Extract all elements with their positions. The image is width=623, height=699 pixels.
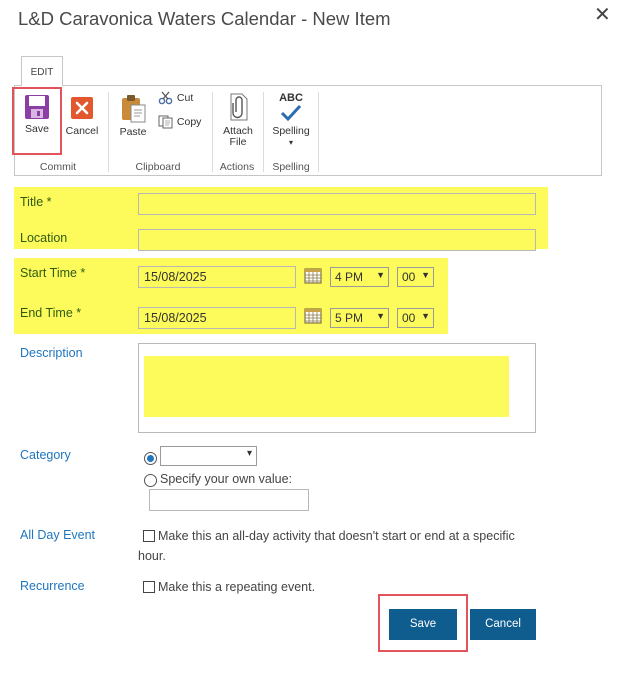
chevron-down-icon: ▼	[376, 270, 385, 280]
scissors-icon	[158, 91, 173, 105]
group-label-spelling: Spelling	[272, 161, 310, 173]
close-icon[interactable]: ✕	[594, 5, 611, 25]
recurrence-checkbox[interactable]	[143, 581, 155, 593]
all-day-text: Make this an all-day activity that doesn…	[158, 529, 515, 543]
category-select[interactable]: ▾	[160, 446, 257, 466]
attach-label-line2: File	[229, 136, 247, 148]
start-minute-value: 00	[402, 270, 416, 284]
ribbon-divider	[263, 92, 264, 172]
cut-button[interactable]: Cut	[158, 91, 193, 105]
end-hour-select[interactable]: 5 PM ▼	[330, 308, 389, 328]
end-minute-select[interactable]: 00 ▼	[397, 308, 434, 328]
chevron-down-icon: ▼	[376, 311, 385, 321]
all-day-label: All Day Event	[20, 528, 96, 542]
calendar-icon[interactable]	[304, 268, 322, 284]
spelling-label: Spelling	[272, 125, 310, 137]
save-ribbon-label: Save	[25, 123, 49, 135]
ribbon-divider	[108, 92, 109, 172]
highlight-description	[144, 356, 509, 417]
all-day-checkbox[interactable]	[143, 530, 155, 542]
cancel-button[interactable]: Cancel	[470, 609, 536, 640]
cut-label: Cut	[176, 91, 194, 104]
paste-label: Paste	[119, 126, 147, 138]
spelling-icon-text: ABC	[279, 92, 303, 104]
spelling-button[interactable]: ABC Spelling ▾	[268, 92, 314, 148]
calendar-icon[interactable]	[304, 308, 322, 324]
save-icon	[25, 95, 49, 119]
title-label: Title *	[20, 195, 52, 209]
dialog-title: L&D Caravonica Waters Calendar - New Ite…	[18, 8, 391, 29]
end-hour-value: 5 PM	[335, 311, 364, 325]
save-button[interactable]: Save	[389, 609, 457, 640]
tab-edit[interactable]: EDIT	[21, 56, 63, 86]
ribbon-divider	[318, 92, 319, 172]
group-label-actions: Actions	[219, 161, 255, 173]
chevron-down-icon: ▼	[421, 270, 430, 280]
copy-label: Copy	[176, 115, 202, 128]
paste-button[interactable]: Paste	[116, 94, 150, 138]
start-time-label: Start Time *	[20, 266, 86, 280]
category-custom-input[interactable]	[149, 489, 309, 511]
end-date-input[interactable]: 15/08/2025	[138, 307, 296, 329]
spelling-icon: ABC	[268, 92, 314, 124]
start-minute-select[interactable]: 00 ▼	[397, 267, 434, 287]
recurrence-text: Make this a repeating event.	[158, 580, 316, 594]
category-label: Category	[20, 448, 71, 462]
paperclip-icon	[230, 93, 248, 121]
chevron-down-icon: ▾	[288, 138, 293, 147]
cancel-ribbon-label: Cancel	[65, 125, 99, 137]
category-custom-radio[interactable]	[144, 474, 157, 487]
end-time-label: End Time *	[20, 306, 82, 320]
start-hour-select[interactable]: 4 PM ▼	[330, 267, 389, 287]
ribbon-divider	[212, 92, 213, 172]
category-custom-label: Specify your own value:	[160, 472, 293, 486]
group-label-clipboard: Clipboard	[135, 161, 181, 173]
chevron-down-icon: ▼	[421, 311, 430, 321]
cancel-ribbon-button[interactable]: Cancel	[64, 97, 100, 137]
end-minute-value: 00	[402, 311, 416, 325]
copy-icon	[158, 115, 173, 129]
location-input[interactable]	[138, 229, 536, 251]
recurrence-label: Recurrence	[20, 579, 85, 593]
description-label: Description	[20, 346, 83, 360]
title-input[interactable]	[138, 193, 536, 215]
cancel-icon	[71, 97, 93, 119]
all-day-text-cont: hour.	[138, 549, 166, 563]
copy-button[interactable]: Copy	[158, 115, 201, 129]
start-date-input[interactable]: 15/08/2025	[138, 266, 296, 288]
category-choice-radio[interactable]	[144, 452, 157, 465]
paste-icon	[122, 95, 146, 123]
group-label-commit: Commit	[39, 161, 77, 173]
chevron-down-icon: ▾	[246, 448, 252, 459]
attach-file-button[interactable]: Attach File	[218, 92, 258, 148]
location-label: Location	[20, 231, 68, 245]
start-hour-value: 4 PM	[335, 270, 364, 284]
save-ribbon-button[interactable]: Save	[20, 94, 54, 135]
